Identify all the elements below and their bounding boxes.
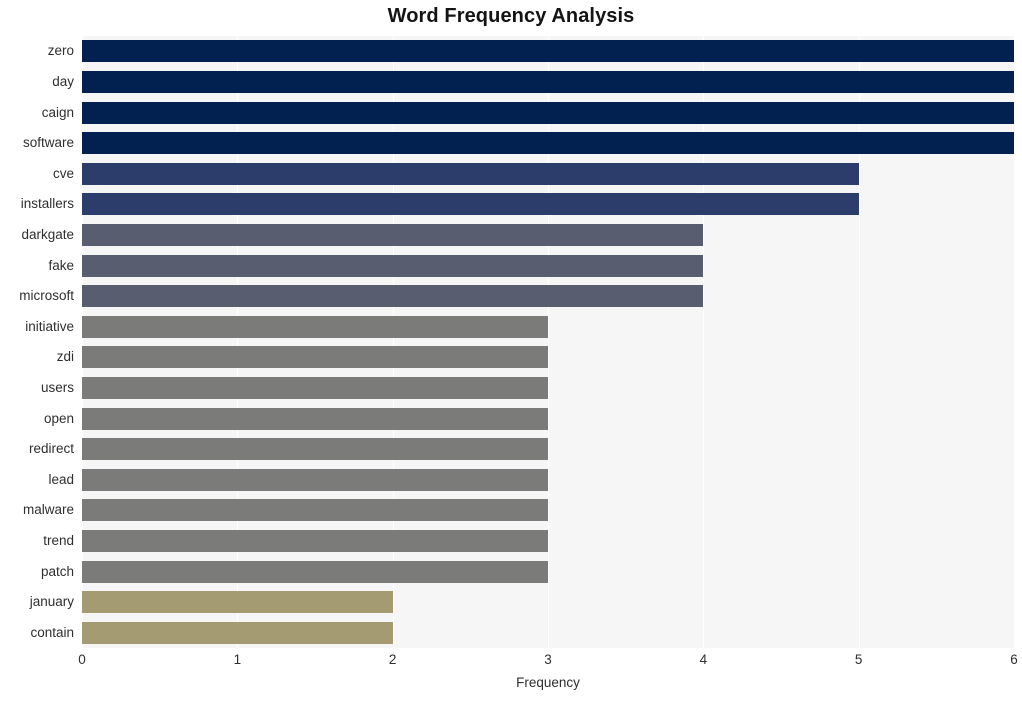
bar: [82, 529, 548, 552]
y-axis-tick-label: contain: [30, 624, 74, 640]
bar: [82, 70, 1014, 93]
y-axis-tick-label: initiative: [25, 318, 74, 334]
y-axis-tick-label: open: [43, 410, 74, 426]
y-axis-tick-label: lead: [48, 471, 74, 487]
bar: [82, 621, 393, 644]
bar: [82, 346, 548, 369]
chart-figure: Word Frequency Analysis zero day caign soft…: [0, 0, 1022, 701]
x-axis-tick-label: 5: [854, 652, 863, 667]
y-axis-tick-label: patch: [40, 563, 74, 579]
bar: [82, 132, 1014, 155]
y-axis-tick-label: fake: [48, 257, 74, 273]
x-axis-title: Frequency: [516, 675, 580, 690]
bar: [82, 193, 859, 216]
bar: [82, 468, 548, 491]
bar: [82, 407, 548, 430]
y-axis-tick-label: january: [29, 594, 74, 610]
bar: [82, 376, 548, 399]
bar: [82, 40, 1014, 63]
x-axis-tick-label: 6: [1010, 652, 1018, 667]
y-axis-tick-label: caign: [41, 104, 74, 120]
chart-title: Word Frequency Analysis: [387, 5, 635, 27]
bar: [82, 254, 704, 277]
y-axis-tick-label: darkgate: [21, 226, 74, 242]
bar: [82, 438, 548, 461]
x-axis-tick-label: 2: [388, 652, 397, 667]
y-axis-tick-label: zdi: [56, 349, 74, 365]
x-axis-tick-label: 3: [544, 652, 552, 667]
y-axis-tick-label: users: [40, 379, 74, 395]
y-axis-tick-label: software: [22, 135, 74, 151]
y-axis-tick-label: zero: [47, 43, 74, 59]
x-axis-tick-label: 4: [699, 652, 708, 667]
y-axis-tick-label: trend: [43, 532, 74, 548]
bar: [82, 223, 704, 246]
bar: [82, 285, 704, 308]
y-axis-tick-label: malware: [22, 502, 74, 518]
bar: [82, 591, 393, 614]
bar: [82, 499, 548, 522]
bar: [82, 315, 548, 338]
y-axis-tick-label: day: [52, 73, 74, 89]
bar: [82, 101, 1014, 124]
y-axis-tick-label: installers: [20, 196, 74, 212]
x-axis-tick-label: 1: [233, 652, 242, 667]
x-axis-tick-label: 0: [78, 652, 86, 667]
y-axis-tick-label: cve: [52, 165, 74, 181]
bar: [82, 162, 859, 185]
bar: [82, 560, 548, 583]
x-axis-tick-labels: 0 1 2 3 4 5 6: [0, 652, 1022, 674]
y-axis-tick-labels: zero day caign software cve installers darkgat…: [0, 36, 74, 648]
bars-layer: [82, 36, 1014, 648]
plot-area: [82, 36, 1014, 648]
y-axis-tick-label: redirect: [28, 441, 74, 457]
y-axis-tick-label: microsoft: [19, 288, 74, 304]
